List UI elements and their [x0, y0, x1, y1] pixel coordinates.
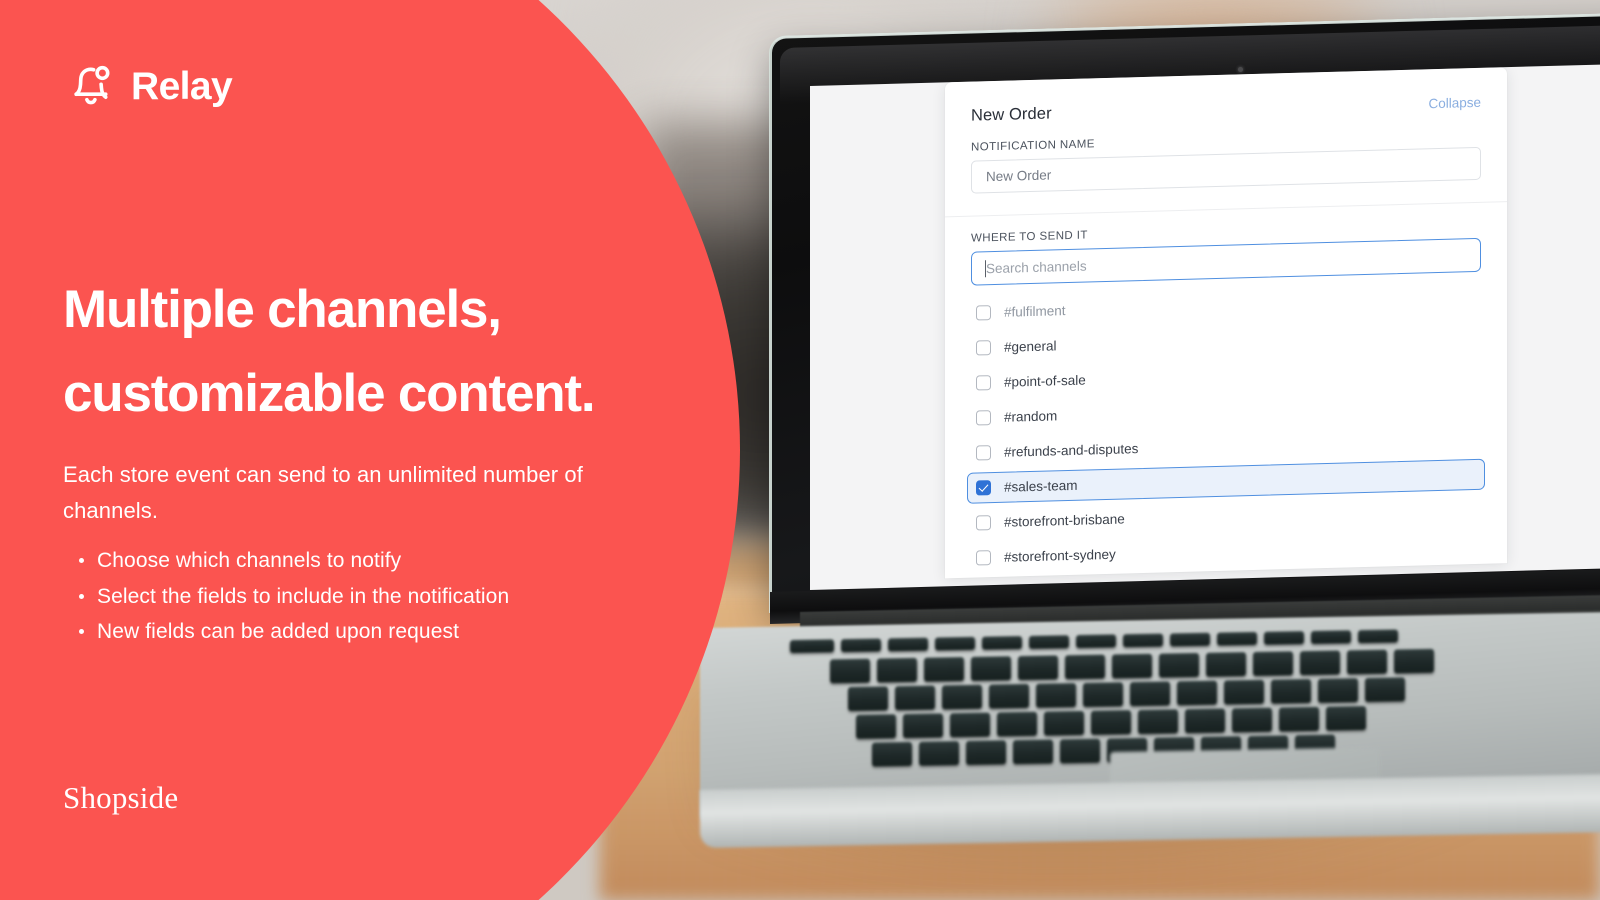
search-channels-placeholder: Search channels — [986, 258, 1087, 276]
webcam-icon — [1238, 67, 1243, 72]
keyboard-key — [1365, 677, 1405, 702]
text-caret — [985, 260, 986, 278]
keyboard-key — [1083, 682, 1123, 707]
checkbox-icon[interactable] — [976, 340, 991, 356]
headline-line-2: customizable content. — [63, 364, 596, 423]
channel-name: #storefront-brisbane — [1004, 511, 1125, 530]
keyboard-key — [1013, 739, 1053, 765]
channel-name: #general — [1004, 338, 1057, 355]
keyboard-key — [856, 714, 896, 739]
channel-list[interactable]: #fulfilment #general #point-of-sale #random… — [945, 271, 1507, 574]
feature-bullet: Choose which channels to notify — [78, 543, 509, 579]
keyboard-key — [1358, 629, 1398, 644]
feature-bullet-list: Choose which channels to notify Select th… — [63, 543, 509, 650]
keyboard-key — [1029, 635, 1069, 649]
channel-name: #sales-team — [1004, 477, 1078, 495]
keyboard-key — [1300, 650, 1340, 676]
keyboard-key — [1091, 710, 1131, 735]
keyboard-key — [997, 711, 1037, 737]
keyboard-key — [1018, 655, 1058, 681]
left-content: Relay Multiple channels, customizable co… — [0, 0, 700, 900]
notification-settings-panel: New Order Collapse NOTIFICATION NAME New… — [945, 67, 1507, 579]
keyboard-key — [1060, 738, 1100, 764]
keyboard-key — [1159, 652, 1199, 678]
checkbox-icon[interactable] — [976, 445, 991, 461]
keyboard-key — [1271, 678, 1311, 704]
keyboard-key — [895, 685, 935, 711]
keyboard-key — [1138, 709, 1178, 734]
keyboard-key — [848, 686, 888, 711]
laptop-keyboard — [790, 625, 1600, 770]
keyboard-key — [872, 741, 912, 767]
keyboard-key — [942, 684, 982, 710]
keyboard-key — [1036, 683, 1076, 708]
keyboard-key — [1264, 631, 1304, 645]
keyboard-key — [1044, 710, 1084, 736]
feature-bullet: Select the fields to include in the noti… — [78, 579, 509, 615]
keyboard-key — [1318, 678, 1358, 703]
keyboard-key — [1130, 681, 1170, 707]
bell-notification-icon — [63, 58, 115, 115]
keyboard-key — [877, 657, 917, 683]
checkbox-icon[interactable] — [976, 375, 991, 391]
keyboard-key — [841, 638, 881, 653]
brand-name: Relay — [131, 64, 233, 108]
keyboard-key — [1311, 630, 1351, 644]
keyboard-key — [1217, 631, 1257, 646]
checkbox-icon[interactable] — [976, 515, 991, 531]
page-headline: Multiple channels, customizable content. — [63, 268, 663, 436]
channel-name: #storefront-sydney — [1004, 546, 1116, 565]
keyboard-key — [1326, 705, 1366, 731]
keyboard-key — [1232, 707, 1272, 733]
slide-canvas: New Order Collapse NOTIFICATION NAME New… — [0, 0, 1600, 900]
channel-name: #point-of-sale — [1004, 372, 1086, 390]
keyboard-key — [1185, 708, 1225, 734]
keyboard-key — [1394, 648, 1434, 674]
brand-lockup: Relay — [63, 58, 233, 115]
keyboard-key — [919, 741, 959, 766]
keyboard-key — [971, 656, 1011, 681]
keyboard-key — [950, 712, 990, 738]
checkbox-icon[interactable] — [976, 410, 991, 426]
keyboard-key — [903, 713, 943, 739]
keyboard-key — [1112, 653, 1152, 679]
keyboard-key — [966, 740, 1006, 765]
keyboard-key — [982, 635, 1022, 650]
keyboard-key — [1177, 680, 1217, 706]
keyboard-key — [1065, 654, 1105, 680]
keyboard-key — [830, 658, 870, 684]
keyboard-key — [888, 637, 928, 652]
checkbox-icon[interactable] — [976, 550, 991, 566]
channel-name: #refunds-and-disputes — [1004, 441, 1139, 460]
collapse-link[interactable]: Collapse — [1428, 95, 1481, 111]
keyboard-key — [989, 683, 1029, 709]
channel-name: #random — [1004, 408, 1058, 425]
checkbox-icon[interactable] — [976, 305, 991, 321]
keyboard-row — [856, 705, 1366, 739]
channel-name: #fulfilment — [1004, 303, 1066, 320]
keyboard-key — [1279, 706, 1319, 732]
laptop-screen: New Order Collapse NOTIFICATION NAME New… — [810, 64, 1600, 590]
panel-title: New Order — [971, 104, 1052, 125]
keyboard-key — [1076, 634, 1116, 649]
keyboard-key — [1224, 679, 1264, 705]
keyboard-key — [1170, 632, 1210, 647]
keyboard-key — [1347, 649, 1387, 675]
feature-bullet: New fields can be added upon request — [78, 614, 509, 650]
keyboard-key — [790, 639, 834, 653]
keyboard-key — [1253, 651, 1293, 676]
footer-brand-name: Shopside — [63, 780, 179, 815]
keyboard-key — [924, 656, 964, 682]
keyboard-key — [935, 636, 975, 651]
keyboard-key — [1123, 633, 1163, 648]
checkbox-checked-icon[interactable] — [976, 480, 991, 496]
hero-subcopy: Each store event can send to an unlimite… — [63, 462, 583, 523]
headline-line-1: Multiple channels, — [63, 280, 502, 339]
keyboard-key — [1206, 652, 1246, 677]
